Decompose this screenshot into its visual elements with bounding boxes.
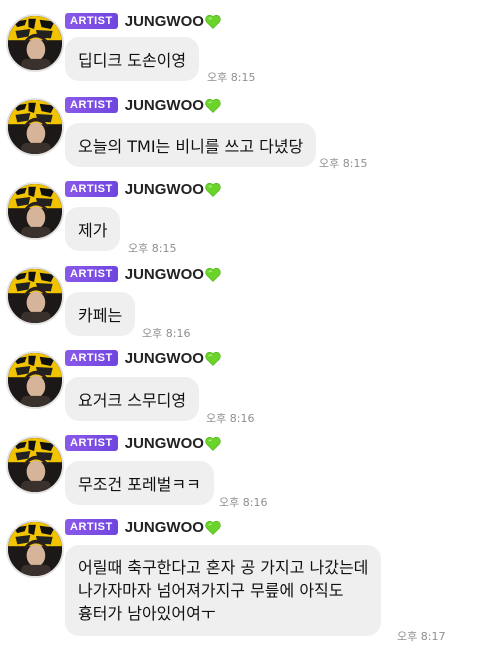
sender-name: JUNGWOO: [124, 265, 204, 283]
message-timestamp: 오후 8:15: [319, 157, 368, 170]
sender-name: JUNGWOO: [124, 434, 204, 452]
green-heart-icon: [205, 520, 221, 535]
artist-avatar[interactable]: [6, 520, 64, 578]
sender-name: JUNGWOO: [124, 518, 204, 536]
message-line: 어릴때 축구한다고 혼자 공 가지고 나갔는데: [78, 558, 369, 577]
message-line: 흉터가 남아있어여ㅜ: [78, 604, 216, 623]
message-bubble: 제가: [65, 207, 121, 251]
artist-avatar[interactable]: [6, 98, 64, 156]
sender-name-row: ARTIST JUNGWOO: [65, 180, 221, 198]
artist-avatar[interactable]: [6, 436, 64, 494]
sender-name-row: ARTIST JUNGWOO: [65, 434, 221, 452]
artist-badge: ARTIST: [65, 181, 118, 197]
avatar-photo-icon: [8, 522, 62, 576]
message-bubble: 오늘의 TMI는 비니를 쓰고 다녔당: [65, 123, 317, 167]
artist-badge: ARTIST: [65, 13, 118, 29]
artist-badge: ARTIST: [65, 350, 118, 366]
avatar-photo-icon: [8, 184, 62, 238]
avatar-photo-icon: [8, 438, 62, 492]
message-bubble: 딥디크 도손이영: [65, 37, 200, 81]
avatar-photo-icon: [8, 269, 62, 323]
avatar-photo-icon: [8, 100, 62, 154]
message-timestamp: 오후 8:17: [397, 630, 446, 643]
message-timestamp: 오후 8:15: [207, 71, 256, 84]
sender-name-row: ARTIST JUNGWOO: [65, 265, 221, 283]
artist-avatar[interactable]: [6, 14, 64, 72]
artist-avatar[interactable]: [6, 267, 64, 325]
artist-avatar[interactable]: [6, 182, 64, 240]
green-heart-icon: [205, 182, 221, 197]
sender-name-row: ARTIST JUNGWOO: [65, 349, 221, 367]
message-timestamp: 오후 8:16: [206, 412, 255, 425]
artist-avatar[interactable]: [6, 351, 64, 409]
sender-name: JUNGWOO: [124, 96, 204, 114]
artist-badge: ARTIST: [65, 435, 118, 451]
sender-name-row: ARTIST JUNGWOO: [65, 96, 221, 114]
message-bubble-multiline: 어릴때 축구한다고 혼자 공 가지고 나갔는데 나가자마자 넘어져가지구 무릎에…: [65, 545, 382, 636]
green-heart-icon: [205, 436, 221, 451]
green-heart-icon: [205, 267, 221, 282]
sender-name: JUNGWOO: [124, 12, 204, 30]
sender-name-row: ARTIST JUNGWOO: [65, 518, 221, 536]
avatar-photo-icon: [8, 16, 62, 70]
green-heart-icon: [205, 14, 221, 29]
message-bubble: 무조건 포레벌ㅋㅋ: [65, 461, 214, 505]
artist-badge: ARTIST: [65, 97, 118, 113]
message-bubble: 요거크 스무디영: [65, 377, 200, 421]
message-timestamp: 오후 8:15: [128, 242, 177, 255]
green-heart-icon: [205, 351, 221, 366]
artist-badge: ARTIST: [65, 266, 118, 282]
green-heart-icon: [205, 98, 221, 113]
artist-badge: ARTIST: [65, 519, 118, 535]
message-bubble: 카페는: [65, 292, 136, 336]
message-timestamp: 오후 8:16: [142, 327, 191, 340]
message-line: 나가자마자 넘어져가지구 무릎에 아직도: [78, 581, 344, 600]
sender-name: JUNGWOO: [124, 180, 204, 198]
message-timestamp: 오후 8:16: [219, 496, 268, 509]
avatar-photo-icon: [8, 353, 62, 407]
sender-name: JUNGWOO: [124, 349, 204, 367]
sender-name-row: ARTIST JUNGWOO: [65, 12, 221, 30]
